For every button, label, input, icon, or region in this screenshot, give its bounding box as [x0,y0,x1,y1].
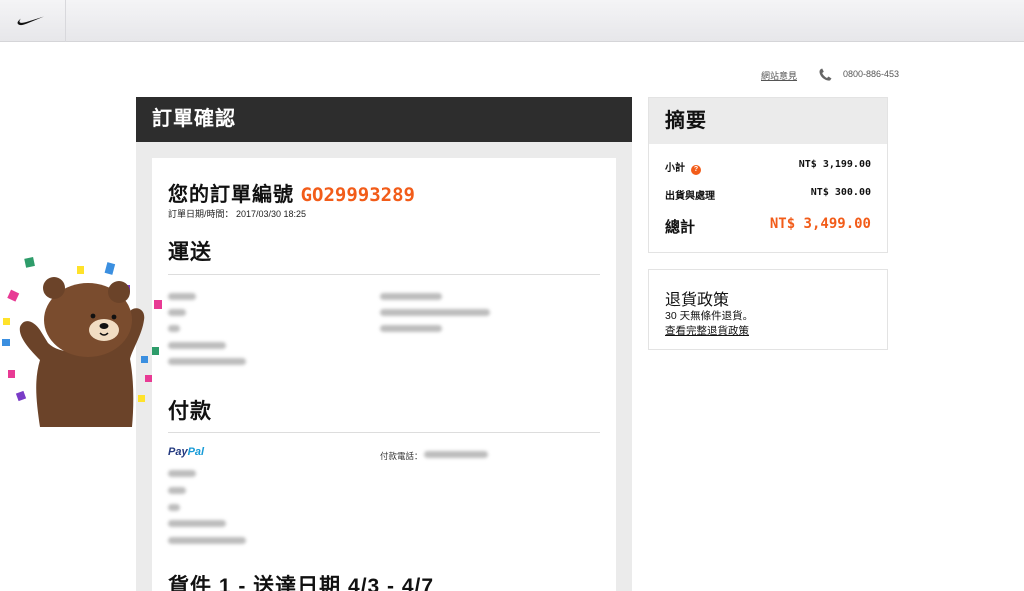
redacted-text [168,520,226,527]
panel-title: 訂單確認 [136,97,632,142]
redacted-text [168,358,246,365]
redacted-text [168,504,180,511]
return-policy-panel: 退貨政策 30 天無條件退貨。 查看完整退貨政策 [648,269,888,350]
shipping-label: 出貨與處理 [665,191,715,202]
paypal-logo-text-pal: Pal [187,446,205,458]
total-value: NT$ 3,499.00 [769,216,871,232]
payment-section-title: 付款 [168,400,212,423]
subtotal-value: NT$ 3,199.00 [798,159,871,170]
redacted-text [168,487,186,494]
order-details-card: 您的訂單編號 GO29993289 訂單日期/時間： 2017/03/30 18… [152,158,616,591]
summary-panel: 摘要 小計? NT$ 3,199.00 出貨與處理 NT$ 300.00 總計 … [648,97,888,253]
order-date: 訂單日期/時間： 2017/03/30 18:25 [168,209,307,219]
celebrating-bear-sticker [2,257,162,427]
return-policy-text: 30 天無條件退貨。 [665,310,754,322]
redacted-text [168,537,246,544]
phone-icon [819,68,832,81]
question-icon[interactable]: ? [691,165,701,175]
redacted-text [168,470,196,477]
feedback-link[interactable]: 網站意見 [761,69,797,82]
shipment-section-title: 貨件 1 - 送達日期 4/3 - 4/7 [168,575,435,591]
order-heading: 您的訂單編號 GO29993289 [168,178,415,207]
return-policy-link[interactable]: 查看完整退貨政策 [665,323,749,338]
shipping-value: NT$ 300.00 [810,187,871,198]
payment-phone-label: 付款電話： [380,451,423,461]
order-number-label: 您的訂單編號 [168,184,294,206]
redacted-text [168,342,226,349]
top-nav-bar [0,0,1024,42]
order-confirmation-panel: 訂單確認 您的訂單編號 GO29993289 訂單日期/時間： 2017/03/… [136,97,632,591]
return-policy-title: 退貨政策 [665,292,730,309]
redacted-text [380,293,442,300]
summary-title: 摘要 [649,98,887,144]
redacted-text [380,309,490,316]
shipping-section-title: 運送 [168,241,212,264]
nike-logo[interactable] [0,0,66,42]
support-phone[interactable]: 0800-886-453 [843,69,899,79]
paypal-logo: PayPal [168,446,204,458]
subtotal-label: 小計 [665,163,685,174]
redacted-text [380,325,442,332]
order-number: GO29993289 [300,184,415,206]
redacted-text [168,293,196,300]
divider [168,432,600,433]
redacted-text [424,451,488,458]
nike-swoosh-icon [17,16,44,26]
paypal-logo-text-pay: Pay [168,446,188,458]
divider [168,274,600,275]
redacted-text [168,309,186,316]
total-label: 總計 [665,219,696,236]
